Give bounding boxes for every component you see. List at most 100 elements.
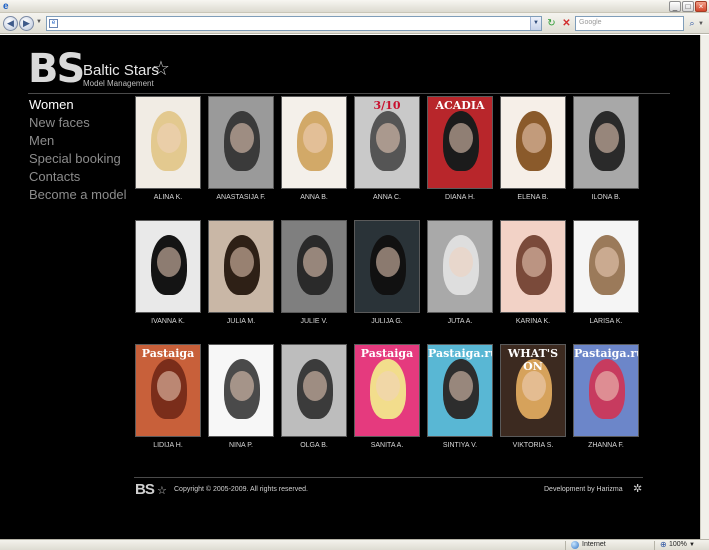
model-card[interactable]: WHAT'S ON VIKTORIA S. [500,344,566,449]
model-name[interactable]: OLGA B. [281,442,347,449]
model-photo[interactable]: ACADIA [427,96,493,189]
model-photo[interactable] [281,220,347,313]
model-card[interactable]: JUTA A. [427,220,493,325]
model-card[interactable]: KARINA K. [500,220,566,325]
maximize-icon[interactable]: □ [682,1,694,12]
model-card[interactable]: NINA P. [208,344,274,449]
model-photo[interactable] [500,220,566,313]
model-card[interactable]: Pastaiga.ru SINTIYA V. [427,344,493,449]
model-name[interactable]: ELENA B. [500,194,566,201]
menu-item-new-faces[interactable]: New faces [29,114,127,132]
photo-face-shape [157,123,181,153]
page-scrollbar[interactable] [700,35,709,539]
menu-item-women[interactable]: Women [29,96,127,114]
back-arrow-icon[interactable]: ◀ [3,16,18,31]
model-name[interactable]: KARINA K. [500,318,566,325]
photo-face-shape [303,123,327,153]
model-card[interactable]: OLGA B. [281,344,347,449]
model-card[interactable]: JULIJA G. [354,220,420,325]
minimize-icon[interactable]: _ [669,1,681,12]
zoom-level[interactable]: 100% [669,541,687,548]
search-options-icon[interactable]: ▼ [698,21,704,27]
model-card[interactable]: IVANNA K. [135,220,201,325]
model-photo[interactable]: Pastaiga.ru [573,344,639,437]
site-logo[interactable]: BS Baltic Stars ☆ Model Management [28,46,178,92]
model-photo[interactable] [281,96,347,189]
menu-item-men[interactable]: Men [29,132,127,150]
model-name[interactable]: JULIA M. [208,318,274,325]
footer-logo[interactable]: BS ☆ [135,481,167,498]
model-card[interactable]: Pastaiga.ru ZHANNA F. [573,344,639,449]
model-name[interactable]: JULIE V. [281,318,347,325]
model-photo[interactable]: Pastaiga [354,344,420,437]
model-name[interactable]: SINTIYA V. [427,442,493,449]
search-icon[interactable]: ⌕ [686,16,698,31]
model-photo[interactable] [208,220,274,313]
header-divider [28,93,670,94]
zoom-icon[interactable]: ⊕ [660,540,667,549]
model-card[interactable]: ANNA B. [281,96,347,201]
developer-logo-icon[interactable]: ✲ [633,482,642,495]
model-name[interactable]: ALINA K. [135,194,201,201]
photo-face-shape [449,123,473,153]
model-card[interactable]: ANASTASIJA F. [208,96,274,201]
model-name[interactable]: ANASTASIJA F. [208,194,274,201]
model-photo[interactable] [573,96,639,189]
model-card[interactable]: LARISA K. [573,220,639,325]
model-photo[interactable] [135,96,201,189]
model-photo[interactable] [208,96,274,189]
model-name[interactable]: LARISA K. [573,318,639,325]
model-name[interactable]: JUTA A. [427,318,493,325]
model-name[interactable]: IVANNA K. [135,318,201,325]
close-icon[interactable]: × [695,1,707,12]
model-name[interactable]: ZHANNA F. [573,442,639,449]
model-name[interactable]: ANNA B. [281,194,347,201]
model-name[interactable]: LIDIJA H. [135,442,201,449]
model-photo[interactable] [208,344,274,437]
model-photo[interactable]: Pastaiga.ru [427,344,493,437]
model-name[interactable]: JULIJA G. [354,318,420,325]
forward-arrow-icon[interactable]: ▶ [19,16,34,31]
model-photo[interactable] [354,220,420,313]
magazine-title: ACADIA [435,99,485,112]
menu-item-contacts[interactable]: Contacts [29,168,127,186]
model-card[interactable]: ILONA B. [573,96,639,201]
model-card[interactable]: JULIA M. [208,220,274,325]
model-card[interactable]: ALINA K. [135,96,201,201]
menu-item-become-a-model[interactable]: Become a model [29,186,127,204]
model-name[interactable]: VIKTORIA S. [500,442,566,449]
footer-divider [134,477,643,478]
model-card[interactable]: ELENA B. [500,96,566,201]
model-card[interactable]: JULIE V. [281,220,347,325]
address-dropdown-icon[interactable]: ▼ [530,17,541,30]
photo-face-shape [230,247,254,277]
model-photo[interactable]: 3/10 [354,96,420,189]
model-name[interactable]: ANNA C. [354,194,420,201]
ie-logo-icon: e [3,1,9,12]
status-separator [654,541,655,550]
model-photo[interactable] [427,220,493,313]
refresh-icon[interactable]: ↻ [545,16,558,31]
history-dropdown-icon[interactable]: ▼ [36,19,42,25]
model-card[interactable]: ACADIA DIANA H. [427,96,493,201]
zoom-dropdown-icon[interactable]: ▼ [689,542,695,548]
model-name[interactable]: NINA P. [208,442,274,449]
address-bar[interactable]: e ▼ [46,16,542,31]
photo-face-shape [595,371,619,401]
model-card[interactable]: Pastaiga LIDIJA H. [135,344,201,449]
model-photo[interactable]: Pastaiga [135,344,201,437]
developer-link[interactable]: Development by Harizma [544,486,623,493]
model-photo[interactable] [281,344,347,437]
model-card[interactable]: 3/10 ANNA C. [354,96,420,201]
model-photo[interactable] [135,220,201,313]
search-input[interactable]: Google [575,16,684,31]
model-card[interactable]: Pastaiga SANITA A. [354,344,420,449]
menu-item-special-booking[interactable]: Special booking [29,150,127,168]
model-name[interactable]: ILONA B. [573,194,639,201]
model-photo[interactable] [573,220,639,313]
model-photo[interactable]: WHAT'S ON [500,344,566,437]
model-photo[interactable] [500,96,566,189]
stop-icon[interactable]: ✕ [560,16,573,31]
model-name[interactable]: SANITA A. [354,442,420,449]
model-name[interactable]: DIANA H. [427,194,493,201]
